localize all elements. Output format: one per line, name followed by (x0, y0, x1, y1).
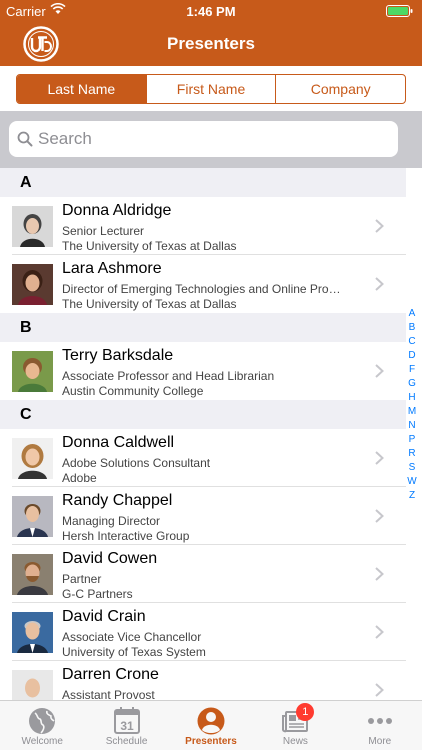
tab-schedule[interactable]: 31 Schedule (84, 701, 168, 750)
globe-icon (29, 708, 56, 734)
chevron-right-icon (375, 219, 384, 233)
avatar (12, 351, 53, 392)
presenter-row-david-crain[interactable]: David Crain Associate Vice Chancellor Un… (0, 603, 406, 661)
avatar (12, 612, 53, 653)
presenter-organization: Hersh Interactive Group (62, 529, 190, 543)
avatar (12, 670, 53, 700)
header: Carrier 1:46 PM Presenters (0, 0, 422, 66)
index-letter[interactable]: F (405, 363, 419, 377)
presenter-title: Associate Vice Chancellor (62, 630, 202, 644)
presenter-row-donna-caldwell[interactable]: Donna Caldwell Adobe Solutions Consultan… (0, 429, 406, 487)
tab-more[interactable]: More (338, 701, 422, 750)
index-letter[interactable]: P (405, 433, 419, 447)
news-badge: 1 (296, 703, 315, 721)
search-bar: Search (0, 111, 422, 168)
presenter-name: David Cowen (62, 550, 158, 567)
segment-last-name[interactable]: Last Name (17, 75, 146, 103)
search-input[interactable]: Search (9, 121, 398, 157)
presenter-organization: Austin Community College (62, 384, 204, 398)
index-letter[interactable]: S (405, 461, 419, 475)
chevron-right-icon (375, 683, 384, 697)
person-icon (197, 707, 225, 735)
tab-label: Presenters (185, 736, 237, 747)
more-icon (367, 718, 392, 724)
avatar (12, 206, 53, 247)
presenter-row-randy-chappel[interactable]: Randy Chappel Managing Director Hersh In… (0, 487, 406, 545)
presenter-row-darren-crone[interactable]: Darren Crone Assistant Provost (0, 661, 406, 700)
tab-presenters[interactable]: Presenters (169, 701, 253, 750)
search-placeholder: Search (38, 129, 92, 148)
status-bar: Carrier 1:46 PM (0, 0, 422, 22)
battery-icon (386, 5, 413, 17)
presenter-organization: University of Texas System (62, 645, 206, 659)
clock: 1:46 PM (186, 4, 236, 19)
index-letter[interactable]: H (405, 391, 419, 405)
presenter-title: Associate Professor and Head Librarian (62, 369, 275, 383)
presenters-screen: Carrier 1:46 PM Presenters Last Name Fir… (0, 0, 422, 750)
presenter-row-terry-barksdale[interactable]: Terry Barksdale Associate Professor and … (0, 342, 406, 400)
presenter-row-lara-ashmore[interactable]: Lara Ashmore Director of Emerging Techno… (0, 255, 406, 313)
segment-first-name[interactable]: First Name (145, 75, 276, 103)
index-letter[interactable]: Z (405, 489, 419, 503)
tab-label: More (368, 736, 392, 747)
avatar (12, 264, 53, 305)
tab-news[interactable]: 1 News (253, 701, 337, 750)
tab-welcome[interactable]: Welcome (0, 701, 84, 750)
index-letter[interactable]: N (405, 419, 419, 433)
presenter-name: Terry Barksdale (62, 347, 174, 364)
sort-segmented-control: Last Name First Name Company (16, 74, 406, 104)
tab-label: Welcome (21, 736, 63, 747)
presenter-name: Donna Aldridge (62, 202, 172, 219)
chevron-right-icon (375, 277, 384, 291)
index-letter[interactable]: R (405, 447, 419, 461)
presenter-name: Donna Caldwell (62, 434, 175, 451)
tab-label: News (282, 736, 308, 747)
presenter-title: Director of Emerging Technologies and On… (62, 282, 341, 296)
calendar-day: 31 (120, 719, 134, 733)
calendar-icon: 31 (113, 707, 140, 734)
presenter-organization: Adobe (62, 471, 97, 485)
section-header-a: A (0, 168, 406, 197)
index-letter[interactable]: D (405, 349, 419, 363)
presenter-name: David Crain (62, 608, 146, 625)
presenter-organization: The University of Texas at Dallas (62, 239, 237, 253)
section-header-c: C (0, 400, 406, 429)
presenter-organization: G-C Partners (62, 587, 133, 601)
presenter-name: Lara Ashmore (62, 260, 162, 277)
chevron-right-icon (375, 364, 384, 378)
presenter-name: Darren Crone (62, 666, 159, 683)
index-letter[interactable]: C (405, 335, 419, 349)
presenter-name: Randy Chappel (62, 492, 173, 509)
tab-label: Schedule (105, 736, 148, 747)
avatar (12, 496, 53, 537)
presenter-organization: The University of Texas at Dallas (62, 297, 237, 311)
index-letter[interactable]: A (405, 307, 419, 321)
presenter-title: Senior Lecturer (62, 224, 145, 238)
avatar (12, 554, 53, 595)
presenter-title: Adobe Solutions Consultant (62, 456, 211, 470)
sort-segment-bar: Last Name First Name Company (0, 66, 422, 111)
section-header-b: B (0, 313, 406, 342)
segment-company[interactable]: Company (275, 75, 405, 103)
presenter-list: A Donna Aldridge Senior Lecturer The Uni… (0, 168, 406, 700)
index-letter[interactable]: W (405, 475, 419, 489)
presenter-title: Assistant Provost (62, 688, 155, 700)
presenter-row-david-cowen[interactable]: David Cowen Partner G-C Partners (0, 545, 406, 603)
chevron-right-icon (375, 625, 384, 639)
chevron-right-icon (375, 567, 384, 581)
search-icon (17, 131, 33, 147)
tab-bar: Welcome 31 Schedule Presenters 1 News Mo… (0, 700, 422, 750)
presenter-title: Partner (62, 572, 102, 586)
avatar (12, 438, 53, 479)
section-index[interactable]: A B C D F G H M N P R S W Z (405, 307, 419, 503)
presenter-row-donna-aldridge[interactable]: Donna Aldridge Senior Lecturer The Unive… (0, 197, 406, 255)
index-letter[interactable]: G (405, 377, 419, 391)
page-title: Presenters (167, 34, 255, 53)
presenter-title: Managing Director (62, 514, 161, 528)
chevron-right-icon (375, 509, 384, 523)
index-letter[interactable]: M (405, 405, 419, 419)
chevron-right-icon (375, 451, 384, 465)
index-letter[interactable]: B (405, 321, 419, 335)
